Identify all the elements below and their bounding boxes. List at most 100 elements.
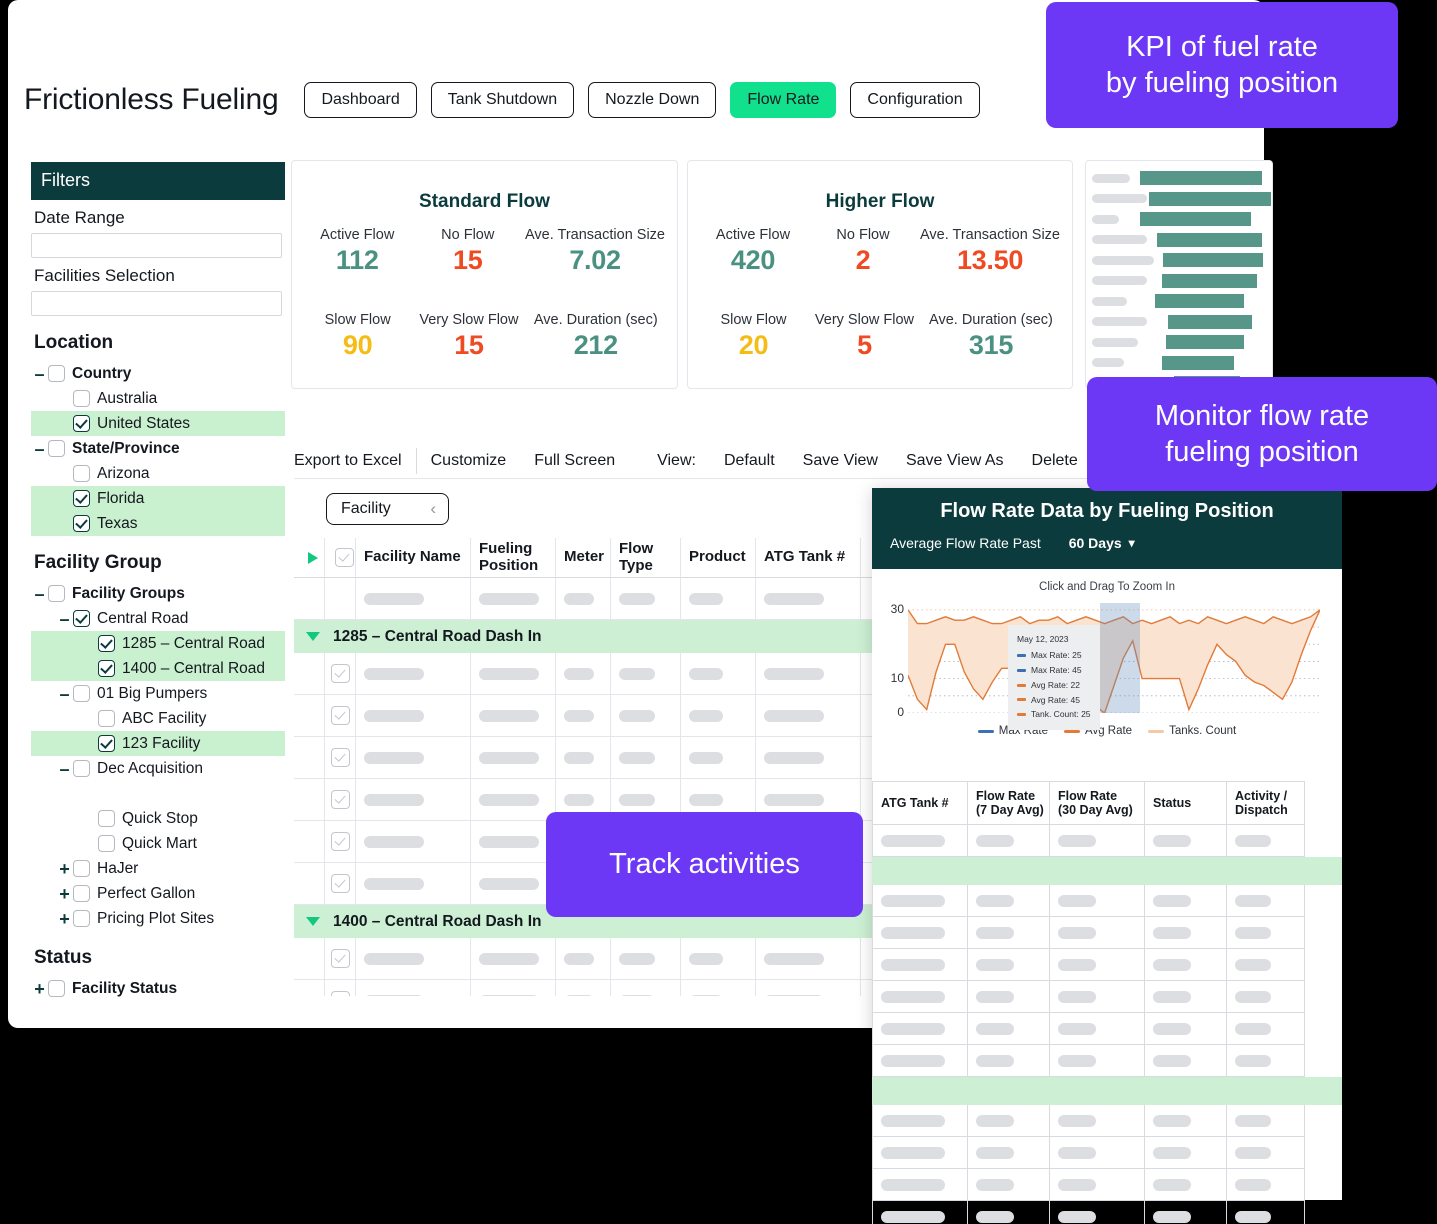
group-header-row[interactable]	[872, 1077, 1342, 1105]
checkbox[interactable]	[334, 548, 354, 567]
checkbox[interactable]	[48, 980, 65, 997]
chart-brush-selection[interactable]	[1100, 603, 1140, 713]
checkbox[interactable]	[73, 685, 90, 702]
checkbox[interactable]	[73, 515, 90, 532]
column-header[interactable]: Flow Rate (7 Day Avg)	[968, 781, 1050, 825]
checkbox[interactable]	[98, 810, 115, 827]
expand-all-cell[interactable]	[294, 538, 325, 578]
tree-row[interactable]: – State/Province	[31, 436, 285, 461]
table-row[interactable]	[872, 1045, 1342, 1077]
view-default-button[interactable]: Default	[724, 452, 775, 470]
tree-row[interactable]: – Facility Groups	[31, 581, 285, 606]
table-row[interactable]	[872, 1105, 1342, 1137]
tree-row[interactable]: + Pricing Plot Sites	[31, 906, 285, 931]
tree-row[interactable]: Florida	[31, 486, 285, 511]
column-header[interactable]: Status	[1145, 781, 1227, 825]
checkbox[interactable]	[330, 748, 350, 767]
row-expand-cell[interactable]	[294, 821, 325, 863]
column-header[interactable]: Product	[681, 538, 756, 578]
collapse-icon[interactable]: –	[56, 685, 73, 703]
row-expand-cell[interactable]	[294, 779, 325, 821]
table-row[interactable]	[872, 981, 1342, 1013]
collapse-icon[interactable]: –	[56, 760, 73, 778]
flow-rate-chart[interactable]: Click and Drag To Zoom In 0 10 30 May 12, 2…	[872, 569, 1342, 769]
period-selector[interactable]: 60 Days ▾	[1069, 535, 1135, 551]
column-header[interactable]: Facility Name	[356, 538, 471, 578]
row-select-cell[interactable]	[325, 863, 356, 905]
row-select-cell[interactable]	[325, 695, 356, 737]
column-header[interactable]: Activity / Dispatch	[1227, 781, 1305, 825]
tree-row[interactable]: Quick Stop	[31, 806, 285, 831]
checkbox[interactable]	[73, 910, 90, 927]
checkbox[interactable]	[98, 635, 115, 652]
tree-row[interactable]: + Facility Status	[31, 976, 285, 1001]
collapse-icon[interactable]: –	[31, 585, 48, 603]
row-select-cell[interactable]	[325, 821, 356, 863]
checkbox[interactable]	[73, 490, 90, 507]
checkbox[interactable]	[73, 860, 90, 877]
tree-row[interactable]: Quick Mart	[31, 831, 285, 856]
row-select-cell[interactable]	[325, 779, 356, 821]
expand-icon[interactable]: +	[56, 885, 73, 903]
tab-flow-rate[interactable]: Flow Rate	[730, 82, 837, 118]
tree-row[interactable]: United States	[31, 411, 285, 436]
expand-icon[interactable]: +	[31, 980, 48, 998]
row-expand-cell[interactable]	[294, 980, 325, 996]
customize-button[interactable]: Customize	[431, 452, 507, 470]
chart-plot-area[interactable]: 0 10 30 May 12, 2023 Max Rate: 25 Max Rate: 4…	[891, 602, 1320, 731]
tree-row[interactable]: Australia	[31, 386, 285, 411]
table-row[interactable]	[872, 1013, 1342, 1045]
checkbox[interactable]	[330, 991, 350, 996]
tree-row[interactable]: 123 Facility	[31, 731, 285, 756]
expand-icon[interactable]: +	[56, 860, 73, 878]
checkbox[interactable]	[73, 415, 90, 432]
row-expand-cell[interactable]	[294, 578, 325, 620]
date-range-input[interactable]	[31, 233, 282, 258]
checkbox[interactable]	[73, 885, 90, 902]
table-row[interactable]	[872, 885, 1342, 917]
tree-row[interactable]: + HaJer	[31, 856, 285, 881]
column-header[interactable]: Fueling Position	[471, 538, 556, 578]
table-row[interactable]	[872, 949, 1342, 981]
tab-configuration[interactable]: Configuration	[850, 82, 980, 118]
table-row[interactable]	[872, 1201, 1342, 1224]
column-header[interactable]: Flow Type	[611, 538, 681, 578]
checkbox[interactable]	[330, 949, 350, 968]
select-all-cell[interactable]	[325, 538, 356, 578]
checkbox[interactable]	[73, 390, 90, 407]
collapse-icon[interactable]: –	[31, 365, 48, 383]
checkbox[interactable]	[98, 835, 115, 852]
tree-row[interactable]: Texas	[31, 511, 285, 536]
delete-view-button[interactable]: Delete	[1032, 452, 1078, 470]
table-row[interactable]	[872, 1137, 1342, 1169]
row-expand-cell[interactable]	[294, 695, 325, 737]
legend-item[interactable]: Tanks. Count	[1148, 725, 1236, 737]
save-view-button[interactable]: Save View	[803, 452, 878, 470]
checkbox[interactable]	[73, 610, 90, 627]
tree-row[interactable]	[31, 781, 285, 806]
checkbox[interactable]	[48, 440, 65, 457]
table-row[interactable]	[872, 917, 1342, 949]
row-expand-cell[interactable]	[294, 863, 325, 905]
tree-row[interactable]: Arizona	[31, 461, 285, 486]
checkbox[interactable]	[330, 664, 350, 683]
table-row[interactable]	[872, 1169, 1342, 1201]
row-select-cell[interactable]	[325, 578, 356, 620]
checkbox[interactable]	[330, 706, 350, 725]
column-header[interactable]: Meter	[556, 538, 611, 578]
facilities-selection-input[interactable]	[31, 291, 282, 316]
tree-row[interactable]: – Central Road	[31, 606, 285, 631]
row-select-cell[interactable]	[325, 980, 356, 996]
checkbox[interactable]	[98, 710, 115, 727]
checkbox[interactable]	[48, 585, 65, 602]
tree-row[interactable]: – Dec Acquisition	[31, 756, 285, 781]
checkbox[interactable]	[330, 790, 350, 809]
tab-dashboard[interactable]: Dashboard	[304, 82, 417, 118]
expand-icon[interactable]: +	[56, 910, 73, 928]
row-expand-cell[interactable]	[294, 938, 325, 980]
tab-tank-shutdown[interactable]: Tank Shutdown	[430, 82, 575, 118]
row-select-cell[interactable]	[325, 653, 356, 695]
tree-row[interactable]: 1400 – Central Road	[31, 656, 285, 681]
collapse-icon[interactable]: –	[31, 440, 48, 458]
caret-down-icon[interactable]	[306, 632, 320, 641]
